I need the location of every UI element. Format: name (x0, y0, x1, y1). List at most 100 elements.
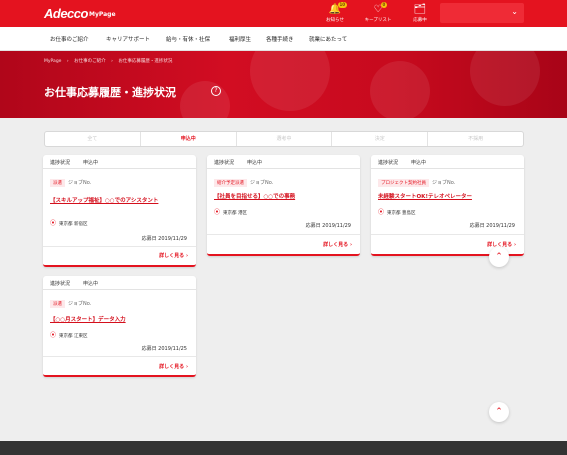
tab-applying[interactable]: 申込中 (141, 132, 237, 146)
user-menu-button[interactable]: ⌄ (440, 3, 524, 23)
employment-type-tag: 紹介予定派遣 (214, 179, 247, 187)
details-label: 詳しく見る (159, 364, 185, 370)
hero-bokeh (250, 51, 330, 111)
job-title-link[interactable]: 【社員を目指せる】○○での事務 (214, 192, 295, 200)
card-status-row: 進捗状況 申込中 (207, 155, 360, 169)
page-hero: MyPage › お仕事のご紹介 › お仕事応募履歴・進捗状況 お仕事応募履歴・… (0, 51, 567, 118)
applications-label: 応募中 (413, 18, 427, 23)
location-text: 東京都 豊島区 (387, 211, 416, 216)
breadcrumb-separator: › (66, 59, 69, 64)
scroll-to-top-button[interactable]: ⌃ (489, 402, 509, 422)
job-number: ジョブNo. (250, 180, 274, 186)
job-number: ジョブNo. (432, 180, 456, 186)
application-card: 進捗状況 申込中 紹介予定派遣 ジョブNo. 【社員を目指せる】○○での事務 ⦿ 東… (207, 155, 360, 256)
card-divider (207, 234, 360, 235)
breadcrumb-current: お仕事応募履歴・進捗状況 (118, 59, 173, 64)
chevron-down-icon: ⌄ (511, 7, 518, 16)
applied-date: 応募日 2019/11/29 (469, 223, 515, 229)
employment-type-tag: プロジェクト契約社員 (378, 179, 429, 187)
status-filter-tabs: 全て 申込中 選考中 決定 不採用 (44, 131, 524, 147)
adecco-logo[interactable]: Adecco (44, 6, 88, 21)
card-divider (43, 246, 196, 247)
chevron-up-icon: ⌃ (495, 252, 503, 262)
tab-rejected[interactable]: 不採用 (428, 132, 523, 146)
card-meta: 紹介予定派遣 ジョブNo. (214, 179, 273, 187)
notifications-button[interactable]: 🔔 10 お知らせ (315, 2, 355, 23)
details-link[interactable]: 詳しく見る › (159, 252, 188, 259)
nav-salary-insurance[interactable]: 給与・有休・社保 (166, 35, 210, 43)
card-meta: プロジェクト契約社員 ジョブNo. (378, 179, 455, 187)
chevron-right-icon: › (349, 242, 352, 248)
notifications-label: お知らせ (326, 18, 344, 23)
details-label: 詳しく見る (159, 253, 185, 259)
location-pin-icon: ⦿ (50, 220, 57, 227)
status-value: 申込中 (83, 281, 99, 287)
keep-list-label: キープリスト (364, 18, 392, 23)
main-nav: お仕事のご紹介 キャリアサポート 給与・有休・社保 福利厚生 各種手続き 就業に… (0, 27, 567, 51)
status-label: 進捗状況 (50, 160, 71, 166)
application-card: 進捗状況 申込中 プロジェクト契約社員 ジョブNo. 未経験スタートOK!テレオペ… (371, 155, 524, 256)
job-number: ジョブNo. (68, 301, 92, 307)
page-footer (0, 441, 567, 455)
job-title-link[interactable]: 【スキルアップ福祉】○○でのアシスタント (50, 196, 158, 204)
location-text: 東京都 港区 (223, 211, 247, 216)
status-value: 申込中 (247, 160, 263, 166)
chevron-up-icon: ⌃ (495, 407, 503, 417)
mypage-label: MyPage (89, 11, 116, 18)
nav-procedures[interactable]: 各種手続き (266, 35, 294, 43)
applications-button[interactable]: 🗂 応募中 (400, 4, 440, 23)
status-label: 進捗状況 (50, 281, 71, 287)
tab-screening[interactable]: 選考中 (237, 132, 333, 146)
card-divider (371, 234, 524, 235)
nav-welfare[interactable]: 福利厚生 (229, 35, 251, 43)
hero-bokeh (370, 61, 430, 118)
job-title-link[interactable]: 【○○月スタート】データ入力 (50, 315, 126, 323)
keep-list-badge: 0 (381, 2, 387, 8)
breadcrumb: MyPage › お仕事のご紹介 › お仕事応募履歴・進捗状況 (44, 58, 176, 64)
breadcrumb-job-introduction[interactable]: お仕事のご紹介 (74, 59, 106, 64)
notification-badge: 10 (338, 2, 347, 8)
nav-career-support[interactable]: キャリアサポート (106, 35, 150, 43)
tab-all[interactable]: 全て (45, 132, 141, 146)
job-location: ⦿ 東京都 港区 (214, 207, 247, 216)
employment-type-tag: 派遣 (50, 300, 65, 308)
job-number: ジョブNo. (68, 180, 92, 186)
chevron-right-icon: › (185, 253, 188, 259)
status-value: 申込中 (83, 160, 99, 166)
location-text: 東京都 江東区 (59, 334, 88, 339)
chevron-right-icon: › (185, 364, 188, 370)
applied-date: 応募日 2019/11/29 (141, 236, 187, 242)
nav-working-guide[interactable]: 就業にあたって (309, 35, 347, 43)
tab-decided[interactable]: 決定 (332, 132, 429, 146)
status-value: 申込中 (411, 160, 427, 166)
help-icon[interactable]: ? (211, 86, 221, 96)
scroll-to-top-button[interactable]: ⌃ (489, 247, 509, 267)
job-location: ⦿ 東京都 新宿区 (50, 218, 87, 227)
bell-icon: 🔔 (328, 4, 342, 15)
keep-list-button[interactable]: ♡ 0 キープリスト (358, 2, 398, 23)
details-label: 詳しく見る (323, 242, 349, 248)
application-card: 進捗状況 申込中 派遣 ジョブNo. 【スキルアップ福祉】○○でのアシスタント ⦿… (43, 155, 196, 267)
applied-date: 応募日 2019/11/25 (141, 346, 187, 352)
breadcrumb-mypage[interactable]: MyPage (44, 59, 61, 64)
job-title-link[interactable]: 未経験スタートOK!テレオペレーター (378, 192, 472, 200)
card-meta: 派遣 ジョブNo. (50, 179, 91, 187)
nav-job-introduction[interactable]: お仕事のご紹介 (50, 35, 89, 43)
job-location: ⦿ 東京都 江東区 (50, 330, 87, 339)
job-location: ⦿ 東京都 豊島区 (378, 207, 415, 216)
location-text: 東京都 新宿区 (59, 222, 88, 227)
employment-type-tag: 派遣 (50, 179, 65, 187)
hero-bokeh (470, 51, 540, 106)
hero-bokeh (180, 81, 230, 118)
application-card: 進捗状況 申込中 派遣 ジョブNo. 【○○月スタート】データ入力 ⦿ 東京都 江東… (43, 276, 196, 377)
location-pin-icon: ⦿ (378, 209, 385, 216)
details-link[interactable]: 詳しく見る › (159, 363, 188, 370)
location-pin-icon: ⦿ (214, 209, 221, 216)
chevron-right-icon: › (513, 242, 516, 248)
breadcrumb-separator: › (111, 59, 113, 64)
details-link[interactable]: 詳しく見る › (323, 241, 352, 248)
applied-date: 応募日 2019/11/29 (305, 223, 351, 229)
folder-icon: 🗂 (413, 4, 427, 15)
card-divider (43, 356, 196, 357)
status-label: 進捗状況 (214, 160, 235, 166)
